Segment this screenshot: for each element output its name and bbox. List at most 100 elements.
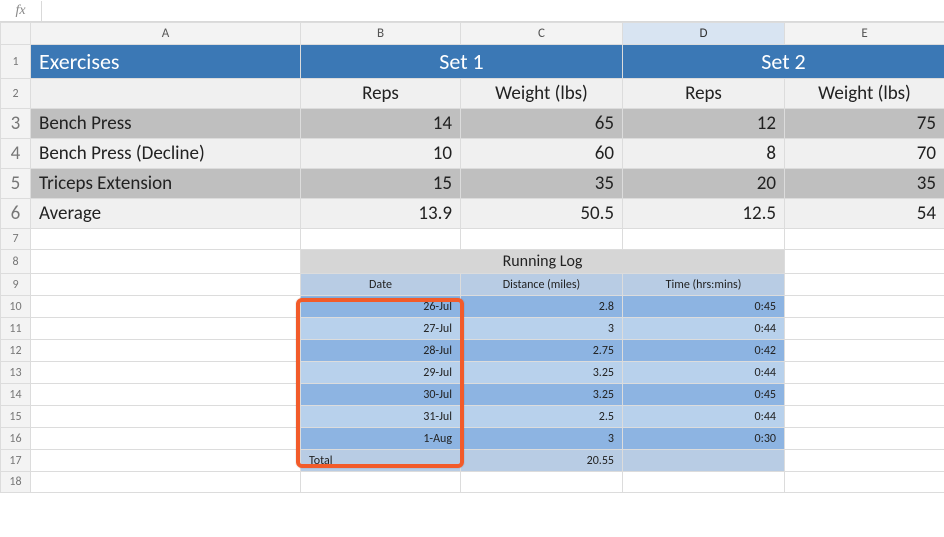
cell-E5[interactable]: 35 [785,169,944,199]
cell-E18[interactable] [785,472,944,493]
cell-A12[interactable] [31,340,301,362]
cell-D5[interactable]: 20 [623,169,785,199]
cell-A6[interactable]: Average [31,199,301,229]
col-header-B[interactable]: B [301,23,461,45]
cell-A11[interactable] [31,318,301,340]
cell-C12[interactable]: 2.75 [461,340,623,362]
cell-D17[interactable] [623,450,785,472]
row-header-16[interactable]: 16 [1,428,31,450]
cell-C2[interactable]: Weight (lbs) [461,79,623,109]
cell-A16[interactable] [31,428,301,450]
cell-C14[interactable]: 3.25 [461,384,623,406]
cell-B2[interactable]: Reps [301,79,461,109]
cell-E9[interactable] [785,274,944,296]
row-header-17[interactable]: 17 [1,450,31,472]
row-header-13[interactable]: 13 [1,362,31,384]
cell-A5[interactable]: Triceps Extension [31,169,301,199]
col-header-C[interactable]: C [461,23,623,45]
row-header-12[interactable]: 12 [1,340,31,362]
cell-E16[interactable] [785,428,944,450]
cell-B4[interactable]: 10 [301,139,461,169]
cell-B6[interactable]: 13.9 [301,199,461,229]
rlog-hdr-dist[interactable]: Distance (miles) [461,274,623,296]
cell-C7[interactable] [461,229,623,250]
row-header-10[interactable]: 10 [1,296,31,318]
cell-C15[interactable]: 2.5 [461,406,623,428]
cell-E7[interactable] [785,229,944,250]
cell-D2[interactable]: Reps [623,79,785,109]
cell-set1[interactable]: Set 1 [301,45,623,79]
cell-A9[interactable] [31,274,301,296]
row-header-11[interactable]: 11 [1,318,31,340]
cell-E13[interactable] [785,362,944,384]
cell-A10[interactable] [31,296,301,318]
cell-E17[interactable] [785,450,944,472]
cell-A7[interactable] [31,229,301,250]
cell-B3[interactable]: 14 [301,109,461,139]
cell-B17[interactable]: Total [301,450,461,472]
cell-A14[interactable] [31,384,301,406]
cell-B14[interactable]: 30-Jul [301,384,461,406]
cell-B7[interactable] [301,229,461,250]
cell-E12[interactable] [785,340,944,362]
cell-E4[interactable]: 70 [785,139,944,169]
cell-B18[interactable] [301,472,461,493]
row-header-6[interactable]: 6 [1,199,31,229]
cell-D15[interactable]: 0:44 [623,406,785,428]
row-header-15[interactable]: 15 [1,406,31,428]
cell-B10[interactable]: 26-Jul [301,296,461,318]
cell-E14[interactable] [785,384,944,406]
cell-A17[interactable] [31,450,301,472]
col-header-A[interactable]: A [31,23,301,45]
cell-B5[interactable]: 15 [301,169,461,199]
col-header-D[interactable]: D [623,23,785,45]
cell-C6[interactable]: 50.5 [461,199,623,229]
cell-D3[interactable]: 12 [623,109,785,139]
formula-input[interactable] [42,1,944,20]
cell-C11[interactable]: 3 [461,318,623,340]
spreadsheet-grid[interactable]: A B C D E 1 Exercises Set 1 Set 2 2 Reps… [0,22,944,493]
cell-D4[interactable]: 8 [623,139,785,169]
cell-title[interactable]: Exercises [31,45,301,79]
row-header-5[interactable]: 5 [1,169,31,199]
cell-B13[interactable]: 29-Jul [301,362,461,384]
row-header-2[interactable]: 2 [1,79,31,109]
running-log-title[interactable]: Running Log [301,250,785,274]
cell-C4[interactable]: 60 [461,139,623,169]
cell-B12[interactable]: 28-Jul [301,340,461,362]
cell-A4[interactable]: Bench Press (Decline) [31,139,301,169]
cell-D11[interactable]: 0:44 [623,318,785,340]
cell-E8[interactable] [785,250,944,274]
cell-A3[interactable]: Bench Press [31,109,301,139]
cell-C16[interactable]: 3 [461,428,623,450]
cell-A18[interactable] [31,472,301,493]
row-header-18[interactable]: 18 [1,472,31,493]
cell-D13[interactable]: 0:44 [623,362,785,384]
cell-E6[interactable]: 54 [785,199,944,229]
row-header-14[interactable]: 14 [1,384,31,406]
cell-set2[interactable]: Set 2 [623,45,944,79]
row-header-9[interactable]: 9 [1,274,31,296]
cell-A8[interactable] [31,250,301,274]
cell-E10[interactable] [785,296,944,318]
cell-C5[interactable]: 35 [461,169,623,199]
cell-C3[interactable]: 65 [461,109,623,139]
row-header-7[interactable]: 7 [1,229,31,250]
row-header-3[interactable]: 3 [1,109,31,139]
cell-D12[interactable]: 0:42 [623,340,785,362]
cell-D18[interactable] [623,472,785,493]
cell-A2[interactable] [31,79,301,109]
cell-B11[interactable]: 27-Jul [301,318,461,340]
cell-A13[interactable] [31,362,301,384]
cell-C18[interactable] [461,472,623,493]
cell-D10[interactable]: 0:45 [623,296,785,318]
row-header-8[interactable]: 8 [1,250,31,274]
cell-E2[interactable]: Weight (lbs) [785,79,944,109]
cell-A15[interactable] [31,406,301,428]
cell-D14[interactable]: 0:45 [623,384,785,406]
cell-E15[interactable] [785,406,944,428]
col-header-E[interactable]: E [785,23,944,45]
cell-B15[interactable]: 31-Jul [301,406,461,428]
cell-E11[interactable] [785,318,944,340]
row-header-4[interactable]: 4 [1,139,31,169]
